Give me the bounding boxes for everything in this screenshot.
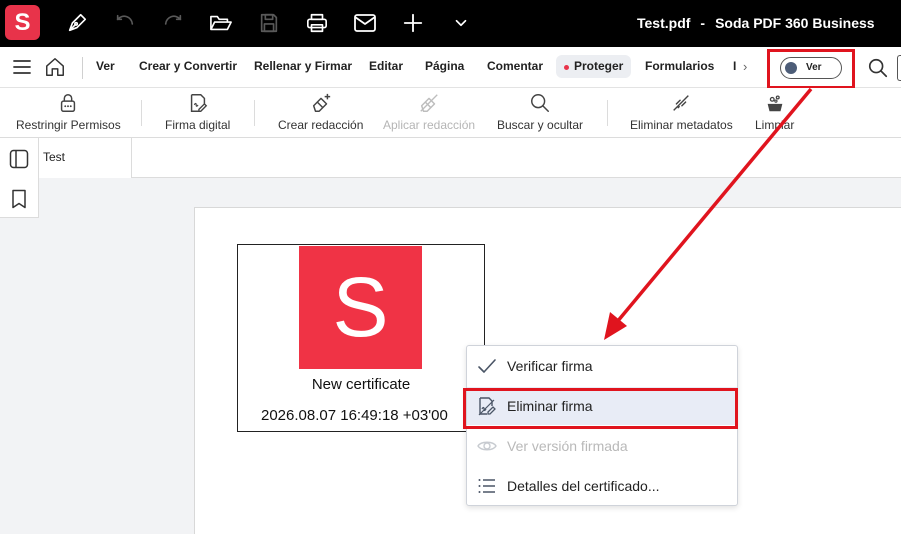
window-title: Test.pdf - Soda PDF 360 Business: [637, 15, 875, 31]
menu-item-label: Ver versión firmada: [507, 438, 628, 454]
panel-toggle-icon[interactable]: [9, 149, 29, 169]
aplicar-redaccion-button[interactable]: Aplicar redacción: [383, 92, 475, 132]
pen-icon[interactable]: [64, 10, 90, 36]
bookmark-icon[interactable]: [9, 189, 29, 209]
folder-open-icon[interactable]: [208, 10, 234, 36]
ribbon-divider: [607, 100, 608, 126]
menu-item-highlight-frame: [463, 388, 738, 429]
app-logo[interactable]: S: [5, 5, 40, 40]
ribbon-label: Eliminar metadatos: [630, 118, 733, 132]
home-icon[interactable]: [44, 56, 66, 78]
apply-redaction-icon: [420, 94, 438, 112]
digital-signature-icon: [190, 94, 207, 112]
list-icon: [478, 479, 495, 493]
menu-scroll-right-icon[interactable]: ›: [743, 59, 747, 74]
signature-logo: S: [299, 246, 422, 369]
ribbon-label: Restringir Permisos: [16, 118, 121, 132]
title-bar: S Test.pdf - Soda PDF 360 Business: [0, 0, 901, 47]
firma-digital-button[interactable]: Firma digital: [165, 92, 230, 132]
print-icon[interactable]: [304, 10, 330, 36]
crear-redaccion-button[interactable]: Crear redacción: [278, 92, 363, 132]
ribbon-label: Buscar y ocultar: [497, 118, 584, 132]
menu-item-editar[interactable]: Editar: [369, 59, 403, 73]
tab-label: Test: [43, 150, 66, 164]
eye-icon: [477, 441, 497, 451]
signature-certificate-name: New certificate: [311, 376, 411, 393]
menu-item-pagina[interactable]: Página: [425, 59, 464, 73]
eliminar-metadatos-button[interactable]: Eliminar metadatos: [630, 92, 733, 132]
menu-item-verificar-firma[interactable]: Verificar firma: [467, 347, 737, 385]
buscar-y-ocultar-button[interactable]: Buscar y ocultar: [497, 92, 583, 132]
plus-icon[interactable]: [400, 10, 426, 36]
check-icon: [478, 359, 496, 373]
search-icon[interactable]: [867, 57, 889, 79]
hamburger-menu-icon[interactable]: [13, 59, 31, 75]
menu-divider: [82, 57, 83, 79]
menu-item-detalles-del-certificado[interactable]: Detalles del certificado...: [467, 467, 737, 505]
menu-item-ver-version-firmada[interactable]: Ver versión firmada: [467, 427, 737, 465]
ribbon-divider: [254, 100, 255, 126]
create-redaction-icon: [312, 93, 330, 112]
lock-icon: [61, 94, 76, 112]
menu-item-label: Verificar firma: [507, 358, 593, 374]
undo-icon[interactable]: [112, 10, 138, 36]
toggle-highlight-frame: [767, 49, 855, 89]
menu-item-comentar[interactable]: Comentar: [487, 59, 543, 73]
ribbon-label: Aplicar redacción: [383, 118, 476, 132]
clean-icon: [767, 95, 783, 112]
menu-bar: Ver Crear y Convertir Rellenar y Firmar …: [0, 47, 901, 88]
menu-item-ver[interactable]: Ver: [96, 59, 115, 73]
tab-test[interactable]: Test: [39, 138, 132, 178]
menu-item-rellenar-y-firmar[interactable]: Rellenar y Firmar: [254, 59, 352, 73]
ribbon-label: Limpiar: [755, 118, 795, 132]
title-separator: -: [700, 15, 706, 31]
limpiar-button[interactable]: Limpiar: [755, 92, 794, 132]
ribbon-label: Crear redacción: [278, 118, 364, 132]
search-hide-icon: [531, 94, 549, 112]
menu-item-formularios[interactable]: Formularios: [645, 59, 714, 73]
save-icon[interactable]: [256, 10, 282, 36]
product-name: Soda PDF 360 Business: [715, 15, 875, 31]
ribbon-label: Firma digital: [165, 118, 231, 132]
redo-icon[interactable]: [160, 10, 186, 36]
menu-item-truncated[interactable]: I: [733, 59, 736, 73]
restringir-permisos-button[interactable]: Restringir Permisos: [16, 92, 121, 132]
mail-icon[interactable]: [352, 10, 378, 36]
left-sidebar: [0, 138, 39, 218]
document-tab-bar: Test: [39, 138, 901, 178]
remove-metadata-icon: [673, 95, 690, 111]
chevron-down-icon[interactable]: [448, 10, 474, 36]
overflow-button[interactable]: [897, 55, 901, 81]
menu-item-crear-y-convertir[interactable]: Crear y Convertir: [139, 59, 237, 73]
signature-field[interactable]: S New certificate 2026.08.07 16:49:18 +0…: [237, 244, 485, 432]
menu-item-proteger[interactable]: Proteger: [556, 55, 632, 78]
ribbon-divider: [141, 100, 142, 126]
ribbon-toolbar: Restringir Permisos Firma digital Crear …: [0, 88, 901, 138]
menu-item-label: Detalles del certificado...: [507, 478, 660, 494]
file-name: Test.pdf: [637, 15, 691, 31]
signature-date: 2026.08.07 16:49:18 +03'00: [261, 407, 448, 424]
